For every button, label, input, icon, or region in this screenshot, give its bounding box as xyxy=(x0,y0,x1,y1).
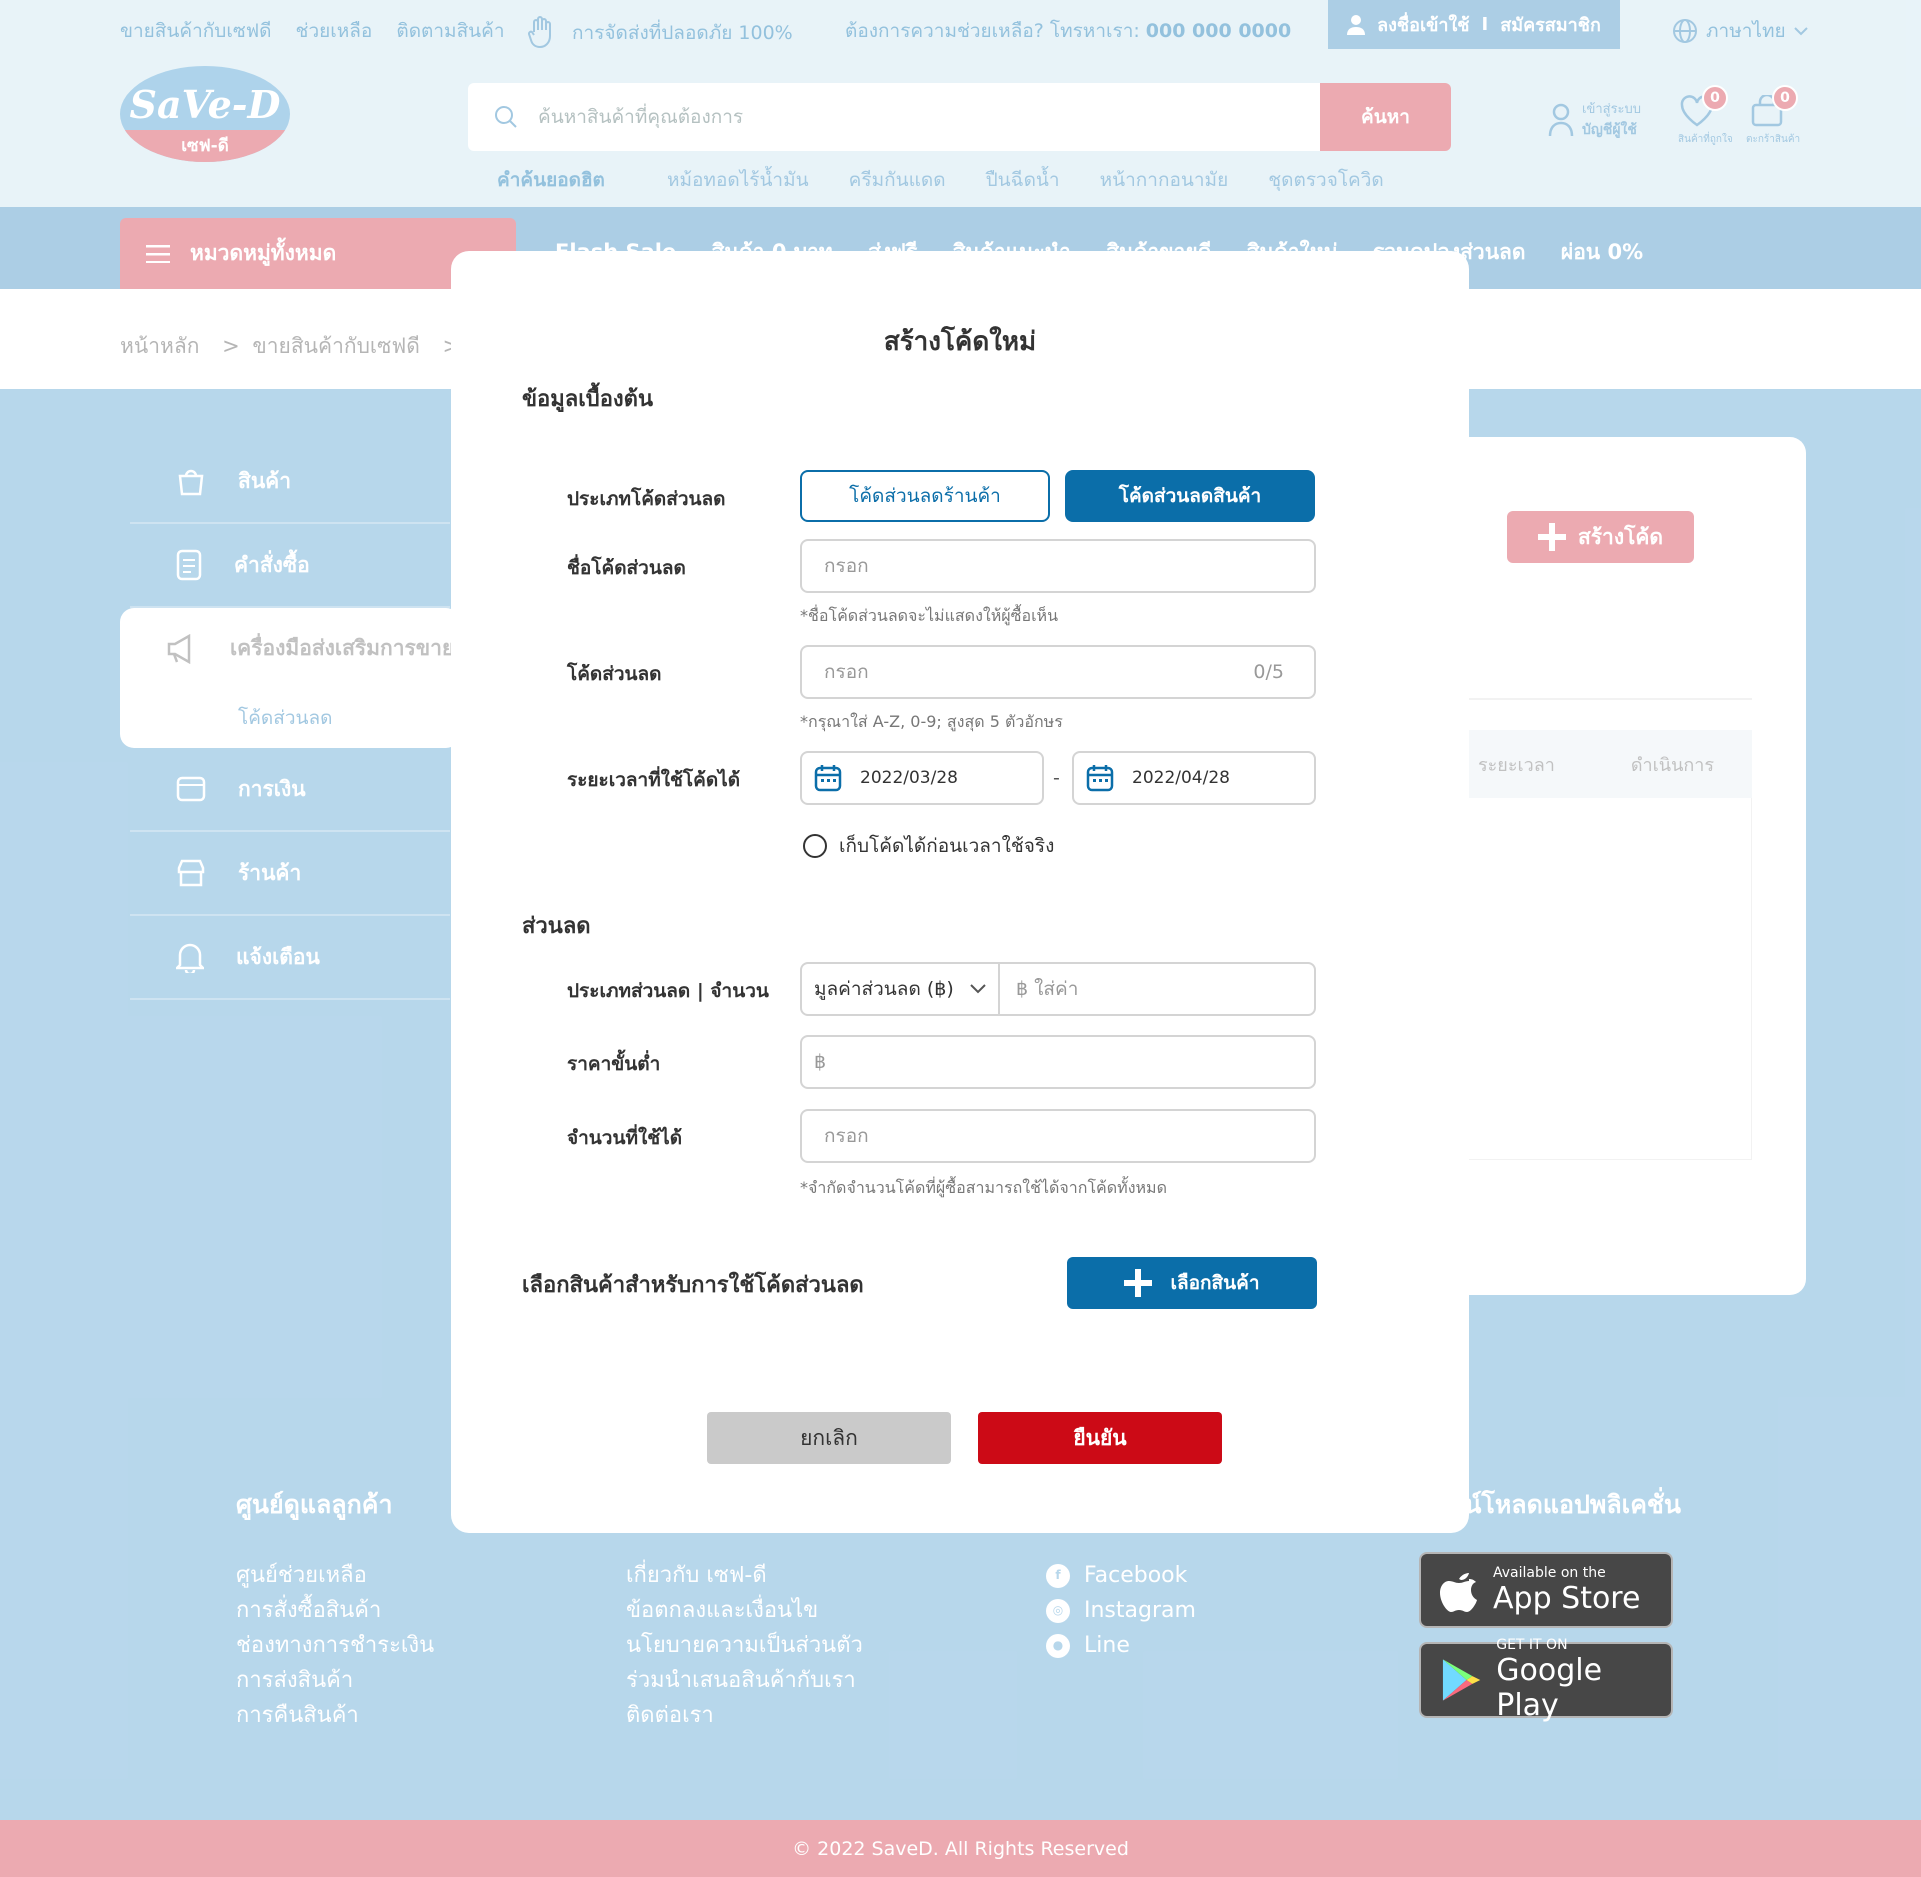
start-date-value: 2022/03/28 xyxy=(860,768,958,788)
modal-title: สร้างโค้ดใหม่ xyxy=(883,327,1037,357)
code-name-placeholder: กรอก xyxy=(824,555,869,577)
date-separator: - xyxy=(1053,767,1060,789)
code-input[interactable]: กรอก 0/5 xyxy=(800,645,1316,699)
product-code-toggle[interactable]: โค้ดส่วนลดสินค้า xyxy=(1065,470,1315,522)
start-date-picker[interactable]: 2022/03/28 xyxy=(800,751,1044,805)
section-discount: ส่วนลด xyxy=(522,914,591,939)
discount-type-value: มูลค่าส่วนลด (฿) xyxy=(814,978,954,1000)
quantity-placeholder: กรอก xyxy=(824,1125,869,1147)
label-quantity: จำนวนที่ใช้ได้ xyxy=(567,1127,683,1149)
discount-type-select[interactable]: มูลค่าส่วนลด (฿) xyxy=(802,964,1000,1014)
select-product-button[interactable]: เลือกสินค้า xyxy=(1067,1257,1317,1309)
early-collect-radio[interactable]: เก็บโค้ดได้ก่อนเวลาใช้จริง xyxy=(803,831,1054,861)
min-price-input[interactable]: ฿ xyxy=(800,1035,1316,1089)
min-price-prefix: ฿ xyxy=(814,1051,827,1073)
early-collect-label: เก็บโค้ดได้ก่อนเวลาใช้จริง xyxy=(839,835,1055,857)
calendar-icon xyxy=(1086,765,1114,792)
calendar-icon xyxy=(814,765,842,792)
label-min-price: ราคาขั้นต่ำ xyxy=(567,1053,661,1075)
code-name-hint: *ชื่อโค้ดส่วนลดจะไม่แสดงให้ผู้ซื้อเห็น xyxy=(800,606,1059,625)
create-code-modal: สร้างโค้ดใหม่ ข้อมูลเบื้องต้น ประเภทโค้ด… xyxy=(451,251,1469,1533)
label-period: ระยะเวลาที่ใช้โค้ดได้ xyxy=(567,769,741,791)
code-hint: *กรุณาใส่ A-Z, 0-9; สูงสุด 5 ตัวอักษร xyxy=(800,712,1063,731)
store-code-toggle[interactable]: โค้ดส่วนลดร้านค้า xyxy=(800,470,1050,522)
quantity-input[interactable]: กรอก xyxy=(800,1109,1316,1163)
code-name-input[interactable]: กรอก xyxy=(800,539,1316,593)
end-date-value: 2022/04/28 xyxy=(1132,768,1230,788)
quantity-hint: *จำกัดจำนวนโค้ดที่ผู้ซื้อสามารถใช้ได้จาก… xyxy=(800,1178,1167,1197)
discount-type-amount-field: มูลค่าส่วนลด (฿) ฿ ใส่ค่า xyxy=(800,962,1316,1016)
select-product-label: เลือกสินค้า xyxy=(1170,1272,1260,1294)
label-discount-type: ประเภทส่วนลด | จำนวน xyxy=(567,980,769,1002)
discount-amount-input[interactable]: ฿ ใส่ค่า xyxy=(1000,974,1078,1004)
label-code-type: ประเภทโค้ดส่วนลด xyxy=(567,488,726,510)
code-placeholder: กรอก xyxy=(824,661,869,683)
chevron-down-icon xyxy=(970,984,986,994)
confirm-button[interactable]: ยืนยัน xyxy=(978,1412,1222,1464)
end-date-picker[interactable]: 2022/04/28 xyxy=(1072,751,1316,805)
cancel-button[interactable]: ยกเลิก xyxy=(707,1412,951,1464)
code-char-counter: 0/5 xyxy=(1253,661,1284,683)
section-basic-info: ข้อมูลเบื้องต้น xyxy=(522,387,654,412)
label-select-product: เลือกสินค้าสำหรับการใช้โค้ดส่วนลด xyxy=(522,1273,864,1298)
radio-circle[interactable] xyxy=(803,834,827,858)
label-code: โค้ดส่วนลด xyxy=(567,663,662,685)
label-code-name: ชื่อโค้ดส่วนลด xyxy=(567,557,686,579)
plus-icon xyxy=(1124,1269,1153,1297)
